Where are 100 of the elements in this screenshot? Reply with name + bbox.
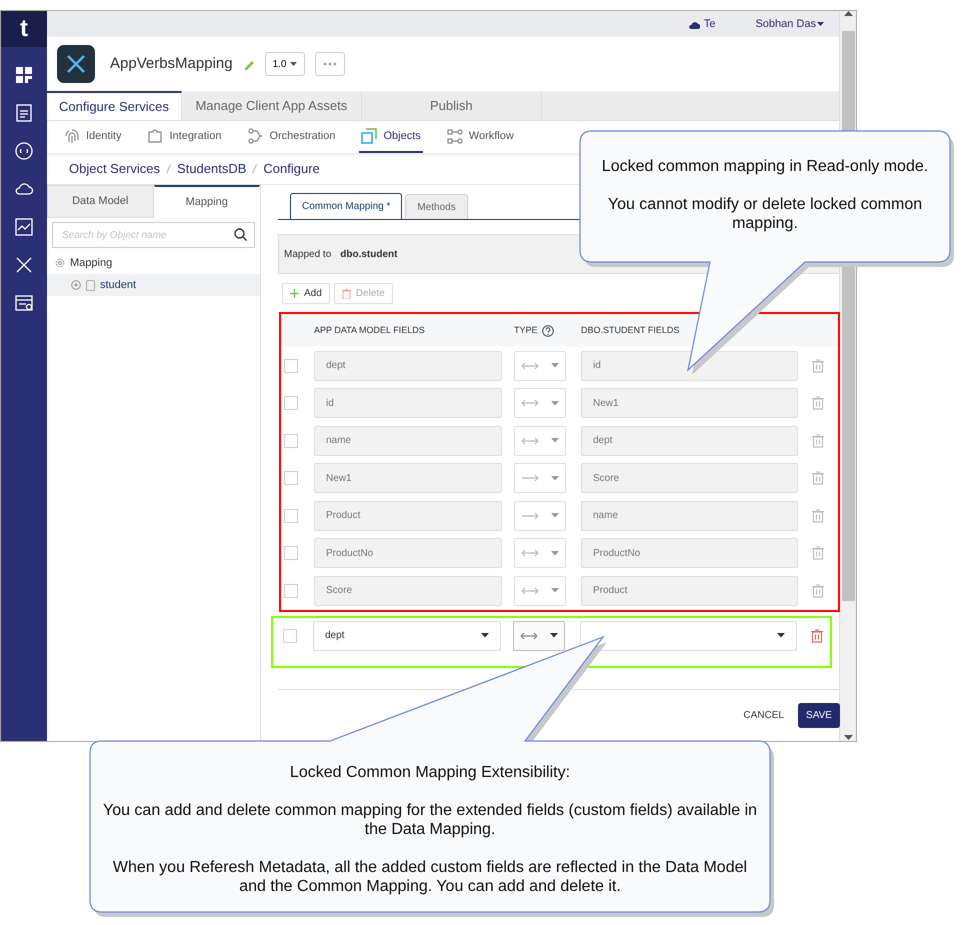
row-checkbox[interactable] [283,628,297,642]
target-dropdown[interactable] [580,620,797,650]
identity-icon [64,128,80,144]
type-dropdown[interactable] [514,500,566,531]
pencil-icon[interactable] [242,58,255,70]
search-icon [234,228,247,241]
logo[interactable]: t [1,11,47,47]
source-dropdown[interactable]: dept [313,620,501,650]
caret-icon [551,400,559,406]
type-dropdown[interactable] [514,576,566,606]
breadcrumb-link[interactable]: StudentsDB [177,158,246,178]
caret-icon [481,633,489,638]
target-field: dept [581,426,798,456]
tab[interactable]: Workflow [444,121,516,153]
trash-icon [812,471,824,486]
double-arrow-icon [521,360,539,371]
tab[interactable]: Orchestration [245,121,338,153]
version-dropdown[interactable]: 1.0 [264,52,304,76]
save-button[interactable]: SAVE [798,703,840,728]
callout-text: You can add and delete common mapping for the extended fields (custom fields) available in the Data Mapping. [102,800,758,840]
cancel-button[interactable]: CANCEL [743,708,784,723]
row-checkbox[interactable] [284,358,298,373]
help-icon[interactable] [542,324,554,336]
tab[interactable]: Objects [359,121,423,153]
search-field[interactable]: Search by Object name [52,222,255,248]
caret-icon [551,363,559,368]
integration-icon [147,128,164,144]
right-arrow-icon [521,510,539,521]
target-field: id [581,350,798,381]
action-button[interactable]: Add [282,283,330,304]
mapped-to-value: dbo.student [340,248,398,262]
type-dropdown[interactable] [514,463,566,494]
breadcrumb-separator-icon [252,164,258,174]
dashboard-icon[interactable] [14,65,34,85]
trash-icon [342,288,351,298]
column-header: DBO.STUDENT FIELDS [581,324,680,337]
type-dropdown[interactable] [514,538,566,568]
card-icon[interactable] [14,293,34,313]
api-icon[interactable] [14,103,34,123]
callout-text: When you Referesh Metadata, all the added custom fields are reflected in the Data Model and the Common Mapping. You can add and delete it. [112,858,748,897]
source-field: dept [314,350,502,381]
trash-icon [812,434,824,448]
tenant-name[interactable]: Te [704,16,716,32]
callout-text: Locked Common Mapping Extensibility: [288,763,572,783]
plus-icon [290,289,299,298]
double-arrow-icon [521,548,539,558]
type-dropdown[interactable] [514,388,566,418]
trash-icon[interactable] [811,628,823,642]
tree-item[interactable]: student [47,274,260,296]
tab[interactable]: Methods [405,194,468,219]
callout-text: Locked common mapping in Read-only mode. [600,157,930,177]
trash-icon [812,584,824,598]
breadcrumb-current: Configure [263,160,320,178]
row-checkbox[interactable] [284,471,298,486]
row-checkbox[interactable] [284,434,298,448]
caret-icon [550,633,558,638]
caret-icon [551,588,559,594]
source-field: id [314,388,502,418]
target-field: New1 [581,388,798,418]
type-dropdown[interactable] [513,620,565,650]
tab[interactable]: Identity [62,121,124,153]
caret-icon [816,20,825,27]
mapped-to-label: Mapped to [284,248,332,262]
app-name: AppVerbsMapping [110,54,233,74]
row-checkbox[interactable] [284,508,298,523]
breadcrumb-link[interactable]: Object Services [69,158,160,178]
trash-icon [812,508,824,523]
scroll-up-icon [844,11,852,17]
more-button[interactable] [314,52,344,76]
cloud-icon [688,20,700,28]
source-field: Score [314,576,502,606]
row-checkbox[interactable] [284,584,298,598]
user-menu[interactable]: Sobhan Das [755,16,825,32]
orchestration-icon [247,128,264,144]
trash-icon [812,546,824,560]
expand-icon [71,280,81,290]
caret-icon [551,513,559,518]
row-checkbox[interactable] [284,546,298,560]
tab[interactable]: Data Model [47,185,154,218]
type-dropdown[interactable] [514,350,566,381]
type-dropdown[interactable] [514,426,566,456]
tab[interactable]: Common Mapping * [290,193,402,219]
chart-icon[interactable] [14,217,34,237]
tab[interactable]: Integration [145,121,224,153]
callout-text: You cannot modify or delete locked common mapping. [606,194,924,234]
column-header: APP DATA MODEL FIELDS [314,324,426,337]
target-field: Score [581,463,798,494]
double-arrow-icon [520,630,538,640]
more-icon [322,62,336,66]
source-field: ProductNo [314,538,502,568]
workflow-icon [446,128,463,144]
scroll-down-icon [844,735,852,741]
tree-item[interactable]: Mapping [47,252,260,274]
row-checkbox[interactable] [284,396,298,410]
target-field: Product [581,576,798,606]
tab[interactable]: Configure Services [47,91,182,120]
gear-icon [55,258,65,268]
caret-icon [551,476,559,481]
double-arrow-icon [521,586,539,596]
target-field: ProductNo [581,538,798,568]
